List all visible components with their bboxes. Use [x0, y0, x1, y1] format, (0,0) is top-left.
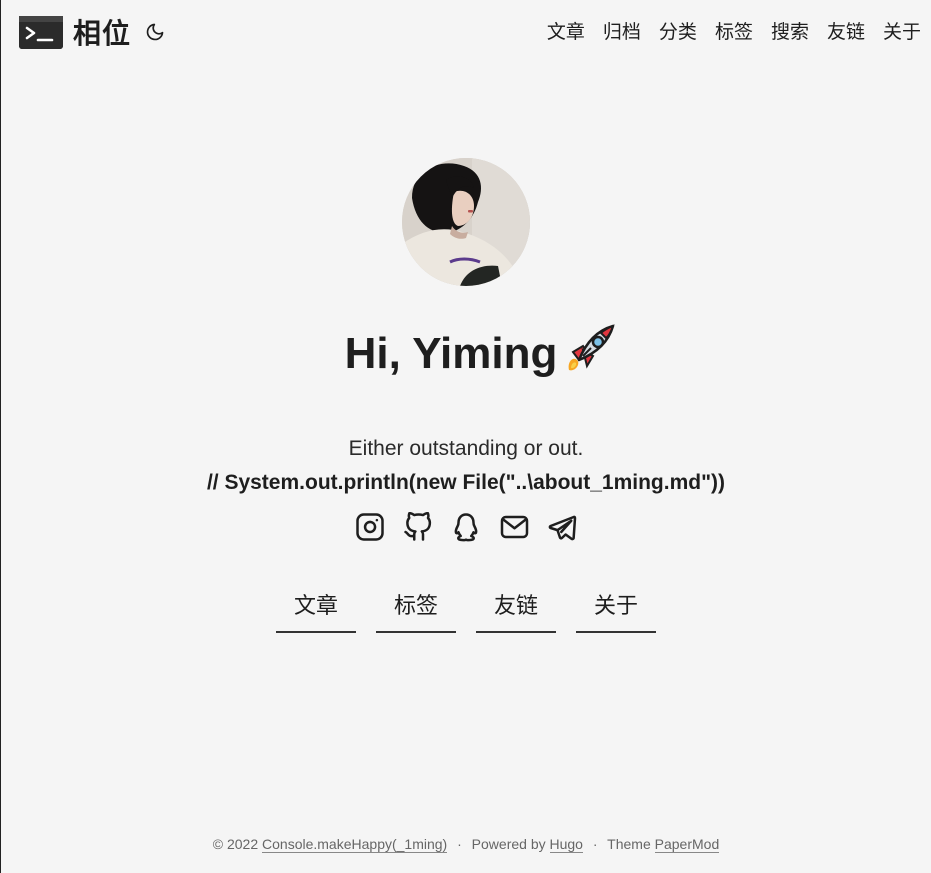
nav-item-search[interactable]: 搜索	[771, 17, 809, 44]
instagram-icon[interactable]	[355, 511, 386, 542]
main-nav: 文章 归档 分类 标签 搜索 友链 关于	[529, 17, 921, 44]
site-logo[interactable]: 相位	[19, 12, 165, 52]
button-posts[interactable]: 文章	[276, 588, 356, 634]
avatar	[402, 158, 530, 286]
profile-subtitle: Either outstanding or out.	[348, 437, 584, 461]
footer-site-link[interactable]: Console.makeHappy(_1ming)	[262, 836, 448, 853]
profile-buttons: 文章 标签 友链 关于	[1, 588, 931, 634]
terminal-icon	[19, 15, 63, 49]
footer-powered-by: Powered by	[471, 836, 546, 852]
button-about[interactable]: 关于	[576, 588, 656, 634]
github-icon[interactable]	[403, 511, 434, 542]
button-tags[interactable]: 标签	[376, 588, 456, 634]
footer-copyright: © 2022	[212, 836, 259, 852]
profile-section: Hi, Yiming Either outstanding or out. //…	[1, 158, 931, 634]
footer-hugo-link[interactable]: Hugo	[549, 836, 583, 853]
nav-item-categories[interactable]: 分类	[659, 17, 697, 44]
nav-item-links[interactable]: 友链	[827, 17, 865, 44]
nav-item-about[interactable]: 关于	[883, 17, 921, 44]
footer-theme: Theme	[607, 836, 651, 852]
telegram-icon[interactable]	[547, 511, 578, 542]
social-icons	[1, 511, 931, 542]
site-header: 相位 文章 归档 分类 标签 搜索 友链 关于	[1, 0, 931, 60]
site-footer: © 2022 Console.makeHappy(_1ming) · Power…	[1, 836, 931, 853]
qq-icon[interactable]	[451, 511, 482, 542]
site-title[interactable]: 相位	[73, 12, 131, 52]
profile-title: Hi, Yiming	[344, 329, 558, 378]
button-links[interactable]: 友链	[476, 588, 556, 634]
email-icon[interactable]	[499, 511, 530, 542]
nav-item-tags[interactable]: 标签	[715, 17, 753, 44]
footer-papermod-link[interactable]: PaperMod	[654, 836, 720, 853]
footer-separator: ·	[457, 836, 462, 852]
moon-icon[interactable]	[145, 22, 165, 42]
profile-code-line: // System.out.println(new File("..\about…	[206, 471, 726, 495]
nav-item-archives[interactable]: 归档	[603, 17, 641, 44]
footer-separator: ·	[592, 836, 598, 852]
profile-headline: Hi, Yiming	[345, 322, 618, 386]
nav-item-posts[interactable]: 文章	[547, 17, 585, 44]
rocket-icon	[561, 322, 617, 386]
